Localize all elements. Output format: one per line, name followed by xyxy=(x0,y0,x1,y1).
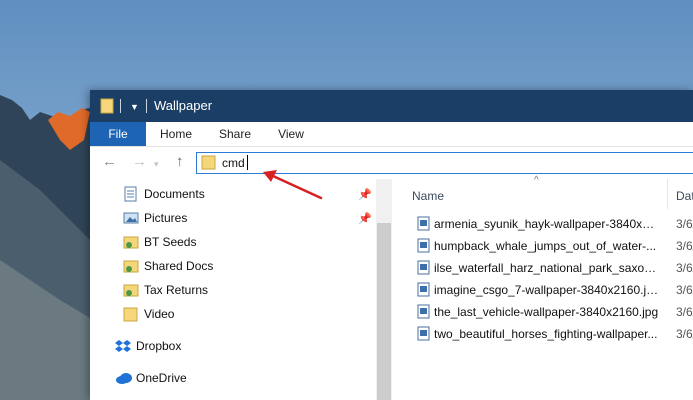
folder-icon xyxy=(201,155,216,175)
title-divider xyxy=(146,99,147,113)
file-date: 3/6/ xyxy=(676,217,693,231)
file-name: imagine_csgo_7-wallpaper-3840x2160.jpg xyxy=(434,283,659,297)
folder-icon[interactable] xyxy=(100,98,114,119)
file-date: 3/6/ xyxy=(676,305,693,319)
file-explorer-window: ▼ Wallpaper File Home Share View ← → ▾ ↑… xyxy=(90,90,693,400)
scrollbar-thumb[interactable] xyxy=(377,223,391,400)
text-caret xyxy=(247,155,248,170)
file-name: ilse_waterfall_harz_national_park_saxony… xyxy=(434,261,659,275)
folder-icon xyxy=(123,306,139,329)
file-name: humpback_whale_jumps_out_of_water-... xyxy=(434,239,657,253)
back-button[interactable]: ← xyxy=(102,153,117,170)
image-file-icon xyxy=(417,304,430,324)
nav-item-label: OneDrive xyxy=(136,371,187,385)
address-row: ← → ▾ ↑ cmd xyxy=(90,147,693,179)
file-name: the_last_vehicle-wallpaper-3840x2160.jpg xyxy=(434,305,659,319)
file-row[interactable]: two_beautiful_horses_fighting-wallpaper.… xyxy=(417,323,693,345)
pin-icon[interactable]: 📌 xyxy=(358,188,372,201)
forward-button[interactable]: → xyxy=(132,153,147,170)
pictures-icon xyxy=(123,210,139,232)
file-list-pane: ^ Name Dat armenia_syunik_hayk-wallpaper… xyxy=(392,175,693,400)
image-file-icon xyxy=(417,260,430,280)
annotation-arrow xyxy=(263,170,323,200)
file-date: 3/6/ xyxy=(676,261,693,275)
nav-item-label: Pictures xyxy=(144,211,188,225)
shared-folder-icon xyxy=(123,258,139,281)
tab-file[interactable]: File xyxy=(90,122,146,146)
file-name: two_beautiful_horses_fighting-wallpaper.… xyxy=(434,327,658,341)
file-row[interactable]: armenia_syunik_hayk-wallpaper-3840x21...… xyxy=(417,213,693,235)
nav-item-label: Video xyxy=(144,307,175,321)
file-name: armenia_syunik_hayk-wallpaper-3840x21... xyxy=(434,217,659,231)
documents-icon xyxy=(123,186,138,209)
nav-item-label: Tax Returns xyxy=(144,283,209,297)
onedrive-icon xyxy=(115,370,133,392)
image-file-icon xyxy=(417,326,430,346)
tab-share[interactable]: Share xyxy=(214,122,256,146)
recent-locations-icon[interactable]: ▾ xyxy=(154,159,159,170)
nav-item-label: Documents xyxy=(144,187,205,201)
title-divider xyxy=(120,99,121,113)
column-divider[interactable] xyxy=(667,179,668,209)
shared-folder-icon xyxy=(123,234,139,257)
up-button[interactable]: ↑ xyxy=(176,153,184,170)
file-date: 3/6/ xyxy=(676,327,693,341)
file-date: 3/6/ xyxy=(676,239,693,253)
ribbon-tabs: File Home Share View xyxy=(90,122,693,147)
title-bar: ▼ Wallpaper xyxy=(90,90,693,122)
quick-access-dropdown-icon[interactable]: ▼ xyxy=(130,102,139,112)
column-header-date[interactable]: Dat xyxy=(676,189,693,203)
file-row[interactable]: imagine_csgo_7-wallpaper-3840x2160.jpg 3… xyxy=(417,279,693,301)
shared-folder-icon xyxy=(123,282,139,305)
dropbox-icon xyxy=(115,338,131,361)
navigation-pane: Documents 📌 Pictures 📌 BT Seeds Shared D… xyxy=(90,179,376,400)
sort-arrow-icon: ^ xyxy=(534,175,539,186)
tab-view[interactable]: View xyxy=(272,122,310,146)
tab-home[interactable]: Home xyxy=(154,122,198,146)
nav-pane-scrollbar[interactable] xyxy=(376,179,392,400)
file-date: 3/6/ xyxy=(676,283,693,297)
nav-item-label: BT Seeds xyxy=(144,235,197,249)
image-file-icon xyxy=(417,282,430,302)
nav-item-label: Dropbox xyxy=(136,339,182,353)
image-file-icon xyxy=(417,238,430,258)
address-text: cmd xyxy=(222,156,245,170)
image-file-icon xyxy=(417,216,430,236)
pin-icon[interactable]: 📌 xyxy=(358,212,372,225)
column-header-name[interactable]: Name xyxy=(412,189,444,203)
window-title: Wallpaper xyxy=(154,98,213,113)
nav-item-label: Shared Docs xyxy=(144,259,214,273)
file-row[interactable]: humpback_whale_jumps_out_of_water-... 3/… xyxy=(417,235,693,257)
file-row[interactable]: ilse_waterfall_harz_national_park_saxony… xyxy=(417,257,693,279)
file-row[interactable]: the_last_vehicle-wallpaper-3840x2160.jpg… xyxy=(417,301,693,323)
